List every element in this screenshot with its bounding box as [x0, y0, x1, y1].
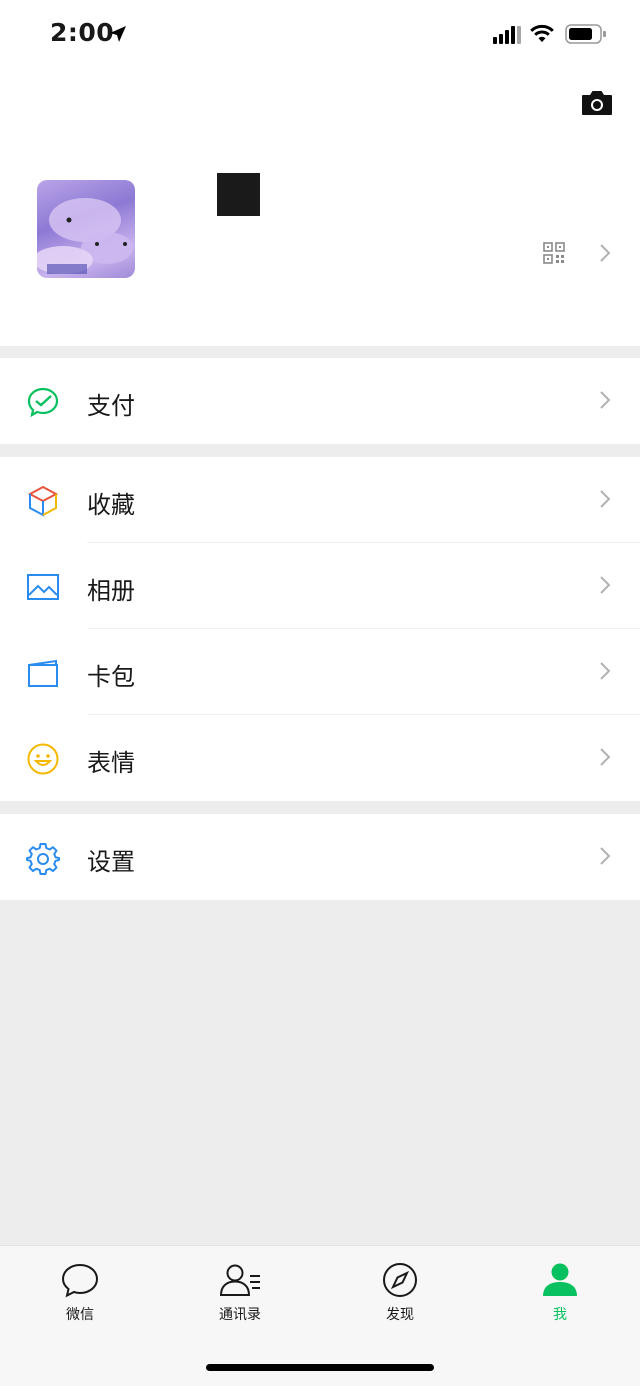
menu-label-pay: 支付: [87, 392, 135, 420]
status-bar: 2:00: [0, 0, 640, 70]
menu-label-stickers: 表情: [87, 749, 135, 777]
menu-item-cards[interactable]: 卡包: [0, 629, 640, 715]
card-wallet-icon: [28, 659, 58, 687]
menu-item-settings[interactable]: 设置: [0, 814, 640, 900]
nickname-redacted: [217, 173, 260, 216]
menu-label-cards: 卡包: [87, 663, 135, 691]
profile-header[interactable]: [0, 70, 640, 346]
menu-item-favorites[interactable]: 收藏: [0, 457, 640, 543]
tab-discover[interactable]: 发现: [350, 1262, 450, 1324]
smiley-icon: [27, 743, 59, 775]
chevron-right-icon: [600, 490, 611, 508]
camera-icon[interactable]: [581, 90, 613, 116]
menu-item-pay[interactable]: 支付: [0, 358, 640, 444]
menu-item-stickers[interactable]: 表情: [0, 715, 640, 801]
chat-icon: [61, 1263, 99, 1298]
settings-section: 设置: [0, 814, 640, 900]
chevron-right-icon: [600, 847, 611, 865]
location-arrow-icon: [110, 26, 126, 42]
features-section: 收藏 相册 卡包 表情: [0, 457, 640, 801]
menu-label-album: 相册: [87, 577, 135, 605]
tab-contacts[interactable]: 通讯录: [190, 1262, 290, 1324]
menu-item-album[interactable]: 相册: [0, 543, 640, 629]
chevron-right-icon: [600, 748, 611, 766]
compass-icon: [383, 1263, 417, 1297]
status-time: 2:00: [50, 18, 115, 47]
menu-label-settings: 设置: [87, 848, 135, 876]
battery-icon: [565, 24, 606, 44]
menu-label-favorites: 收藏: [87, 491, 135, 519]
cellular-signal-icon: [493, 26, 521, 44]
album-picture-icon: [27, 574, 59, 600]
tab-label-chats: 微信: [66, 1307, 94, 1323]
chevron-right-icon: [600, 244, 611, 262]
contacts-icon: [219, 1264, 260, 1296]
home-indicator[interactable]: [206, 1364, 434, 1371]
chevron-right-icon: [600, 662, 611, 680]
favorites-cube-icon: [27, 485, 59, 517]
tab-chats[interactable]: 微信: [30, 1262, 130, 1324]
gear-icon: [26, 843, 60, 875]
tab-label-contacts: 通讯录: [219, 1307, 261, 1323]
chevron-right-icon: [600, 576, 611, 594]
tab-me[interactable]: 我: [510, 1262, 610, 1324]
tab-label-discover: 发现: [386, 1307, 414, 1323]
pay-section: 支付: [0, 358, 640, 444]
avatar-image: [37, 198, 133, 274]
chevron-right-icon: [600, 391, 611, 409]
wifi-icon: [530, 24, 554, 42]
pay-icon: [27, 387, 59, 418]
avatar[interactable]: [37, 180, 135, 278]
qr-code-icon[interactable]: [543, 242, 565, 264]
tab-label-me: 我: [553, 1307, 567, 1323]
person-icon: [543, 1263, 577, 1296]
